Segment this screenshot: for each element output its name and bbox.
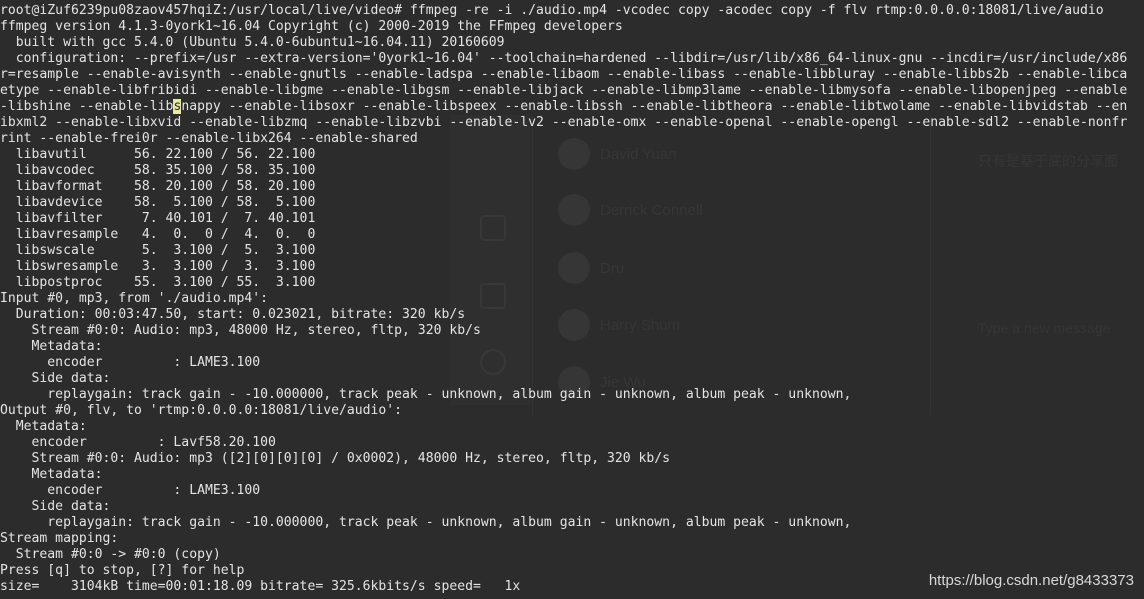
watermark-text: https://blog.csdn.net/g8433373 xyxy=(928,572,1134,589)
terminal-line: Stream #0:0 -> #0:0 (copy) xyxy=(0,547,221,562)
terminal-line: replaygain: track gain - -10.000000, tra… xyxy=(0,515,852,530)
terminal-line: r=resample --enable-avisynth --enable-gn… xyxy=(0,67,1128,82)
terminal-line: replaygain: track gain - -10.000000, tra… xyxy=(0,387,852,402)
terminal-line: libswscale 5. 3.100 / 5. 3.100 xyxy=(0,243,316,258)
terminal-line: encoder : Lavf58.20.100 xyxy=(0,435,276,450)
terminal-line: libavresample 4. 0. 0 / 4. 0. 0 xyxy=(0,227,316,242)
terminal-line: ffmpeg version 4.1.3-0york1~16.04 Copyri… xyxy=(0,19,623,34)
terminal-line: Stream #0:0: Audio: mp3 ([2][0][0][0] / … xyxy=(0,451,671,466)
terminal-line: libavcodec 58. 35.100 / 58. 35.100 xyxy=(0,163,316,178)
terminal-line: Side data: xyxy=(0,499,111,514)
terminal-line: root@iZuf6239pu08zaov457hqiZ:/usr/local/… xyxy=(0,3,1104,18)
terminal-output: root@iZuf6239pu08zaov457hqiZ:/usr/local/… xyxy=(0,3,1144,595)
terminal-line: Stream mapping: xyxy=(0,531,119,546)
terminal-line: libavdevice 58. 5.100 / 58. 5.100 xyxy=(0,195,316,210)
terminal-line: libpostproc 55. 3.100 / 55. 3.100 xyxy=(0,275,316,290)
terminal-line: libavfilter 7. 40.101 / 7. 40.101 xyxy=(0,211,316,226)
terminal-line: ibxml2 --enable-libxvid --enable-libzmq … xyxy=(0,115,1128,130)
terminal-line: libswresample 3. 3.100 / 3. 3.100 xyxy=(0,259,316,274)
terminal-line: Stream #0:0: Audio: mp3, 48000 Hz, stere… xyxy=(0,323,481,338)
terminal-line: libavformat 58. 20.100 / 58. 20.100 xyxy=(0,179,316,194)
terminal-line: Metadata: xyxy=(0,467,103,482)
terminal-line: Input #0, mp3, from './audio.mp4': xyxy=(0,291,269,306)
terminal-line: encoder : LAME3.100 xyxy=(0,355,261,370)
terminal-line: built with gcc 5.4.0 (Ubuntu 5.4.0-6ubun… xyxy=(0,35,505,50)
terminal-line: configuration: --prefix=/usr --extra-ver… xyxy=(0,51,1128,66)
terminal-line: Side data: xyxy=(0,371,111,386)
terminal-line: Output #0, flv, to 'rtmp:0.0.0.0:18081/l… xyxy=(0,403,403,418)
terminal-text: -libshine --enable-lib xyxy=(0,99,174,114)
terminal-line: Metadata: xyxy=(0,419,87,434)
terminal-window[interactable]: David Yuan Derrick Connell Dru Harry Shu… xyxy=(0,0,1144,599)
terminal-line: Duration: 00:03:47.50, start: 0.023021, … xyxy=(0,307,466,322)
terminal-line: Metadata: xyxy=(0,339,103,354)
terminal-line: rint --enable-frei0r --enable-libx264 --… xyxy=(0,131,418,146)
terminal-line: libavutil 56. 22.100 / 56. 22.100 xyxy=(0,147,316,162)
terminal-text: nappy --enable-libsoxr --enable-libspeex… xyxy=(181,99,1128,114)
terminal-line: encoder : LAME3.100 xyxy=(0,483,261,498)
terminal-line: etype --enable-libfribidi --enable-libgm… xyxy=(0,83,1128,98)
terminal-line: -libshine --enable-libsnappy --enable-li… xyxy=(0,99,1144,115)
